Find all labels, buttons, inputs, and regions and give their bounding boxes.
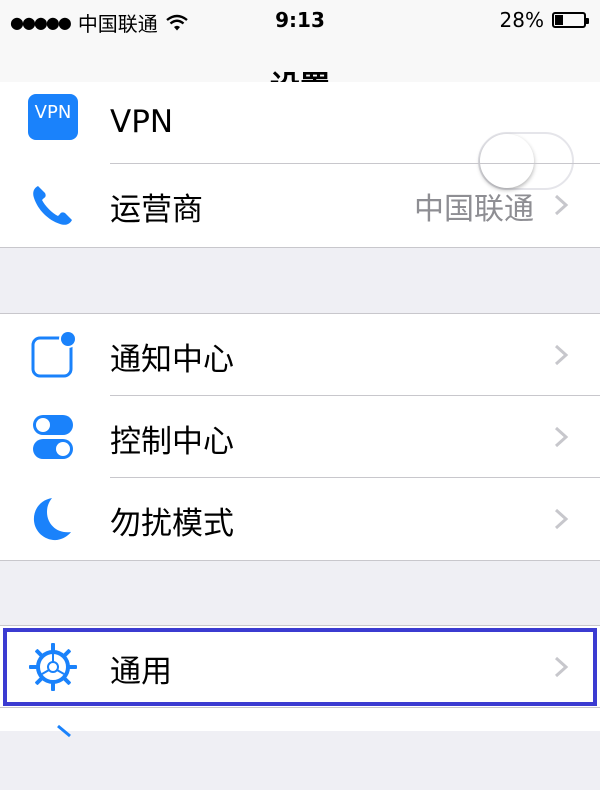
settings-row-notifications[interactable]: 通知中心 (0, 314, 600, 396)
battery-icon (552, 12, 589, 28)
notifications-label: 通知中心 (110, 342, 234, 378)
partial-icon (57, 724, 71, 738)
chevron-right-icon (554, 508, 569, 530)
chevron-right-icon (554, 194, 569, 216)
carrier-label: 运营商 (110, 192, 203, 228)
settings-group-network: VPN VPN 运营商 中国联通 (0, 82, 600, 248)
chevron-right-icon (554, 426, 569, 448)
chevron-right-icon (554, 656, 569, 678)
settings-row-next[interactable] (0, 708, 600, 790)
battery-percentage: 28% (499, 8, 544, 32)
control-center-label: 控制中心 (110, 424, 234, 460)
gear-icon (29, 643, 77, 691)
settings-row-do-not-disturb[interactable]: 勿扰模式 (0, 478, 600, 560)
battery-level-fill (555, 15, 563, 25)
toggle-switches-icon (33, 415, 73, 459)
carrier-value: 中国联通 (414, 192, 534, 227)
settings-row-general[interactable]: 通用 (0, 626, 600, 708)
status-bar: ●●●●● 中国联通 9:13 28% (0, 0, 600, 40)
chevron-right-icon (554, 344, 569, 366)
vpn-icon: VPN (28, 94, 78, 140)
notification-icon (31, 330, 77, 378)
vpn-label: VPN (110, 104, 174, 140)
settings-group-system: 通知中心 控制中心 勿扰模式 (0, 313, 600, 561)
phone-icon (33, 186, 72, 225)
settings-row-carrier[interactable]: 运营商 中国联通 (0, 164, 600, 246)
settings-group-general: 通用 (0, 625, 600, 738)
settings-row-control-center[interactable]: 控制中心 (0, 396, 600, 478)
vpn-icon-text: VPN (34, 102, 72, 123)
general-label: 通用 (110, 654, 172, 690)
settings-row-vpn[interactable]: VPN VPN (0, 82, 600, 190)
moon-icon (33, 498, 71, 541)
do-not-disturb-label: 勿扰模式 (110, 506, 234, 542)
